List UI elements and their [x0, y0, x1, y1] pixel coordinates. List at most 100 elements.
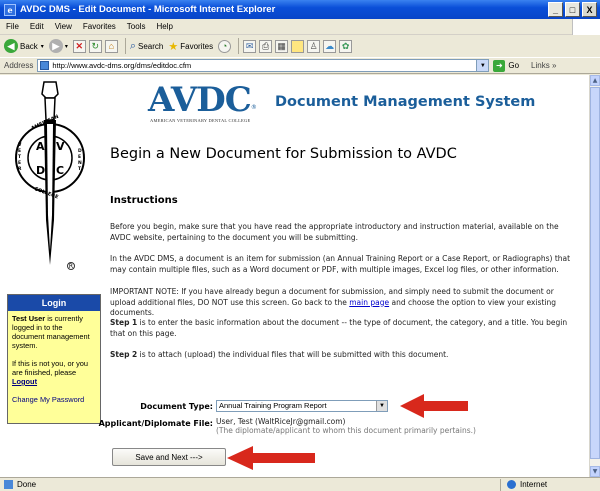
- menu-help[interactable]: Help: [156, 22, 172, 31]
- not-you-text: If this is not you, or you are finished,…: [12, 359, 88, 377]
- toolbar: ◀ Back ▾ ▶ ▾ ✕ ↻ ⌂ ⌕ Search ★ Favorites …: [0, 36, 600, 56]
- main-page-link[interactable]: main page: [349, 298, 389, 307]
- go-arrow-icon: ➜: [493, 59, 506, 72]
- avdc-logo: AVDC ® American Veterinary Dental Colleg…: [148, 82, 257, 126]
- svg-text:C: C: [56, 164, 64, 177]
- star-icon: ★: [168, 40, 179, 53]
- address-url: http://www.avdc-dms.org/dms/editdoc.cfm: [52, 61, 192, 70]
- logo-text: AVDC: [148, 80, 252, 120]
- avdc-emblem-logo: A V D C AMERICAN V E T E R D E N T COLLE…: [15, 81, 85, 265]
- vertical-scrollbar[interactable]: ▲ ▼: [589, 75, 600, 477]
- page-title: Begin a New Document for Submission to A…: [110, 146, 457, 162]
- important-note-paragraph: IMPORTANT NOTE: If you have already begu…: [110, 287, 556, 317]
- mail-icon[interactable]: ✉: [243, 39, 257, 53]
- windows-logo-icon: [572, 19, 600, 35]
- forward-dropdown-icon[interactable]: ▾: [65, 43, 68, 50]
- back-dropdown-icon[interactable]: ▾: [41, 43, 44, 50]
- red-arrow-annotation: [400, 394, 468, 418]
- system-title: Document Management System: [275, 94, 536, 110]
- menu-tools[interactable]: Tools: [127, 22, 146, 31]
- address-input[interactable]: http://www.avdc-dms.org/dms/editdoc.cfm …: [37, 59, 490, 72]
- folder-icon[interactable]: [291, 39, 305, 53]
- menu-bar: File Edit View Favorites Tools Help: [0, 19, 600, 35]
- registered-mark: R: [67, 262, 75, 270]
- login-panel: Login Test User is currently logged in t…: [7, 294, 101, 424]
- status-text: Done: [17, 480, 37, 489]
- red-arrow-annotation: [227, 446, 315, 470]
- address-label: Address: [4, 61, 34, 70]
- applicant-file-label: Applicant/Diplomate File:: [98, 419, 213, 428]
- document-type-value: Annual Training Program Report: [219, 401, 327, 410]
- research-icon[interactable]: ✿: [339, 39, 353, 53]
- svg-text:D: D: [78, 148, 82, 154]
- logout-link[interactable]: Logout: [12, 377, 37, 386]
- search-icon: ⌕: [129, 39, 136, 52]
- search-button[interactable]: ⌕ Search: [130, 40, 164, 53]
- document-type-select[interactable]: Annual Training Program Report ▼: [216, 400, 388, 412]
- step1-paragraph: Step 1 is to enter the basic information…: [110, 318, 568, 338]
- print-icon[interactable]: ⎙: [259, 39, 273, 53]
- favorites-label: Favorites: [180, 41, 214, 51]
- logout-prompt: If this is not you, or you are finished,…: [12, 359, 96, 386]
- svg-text:E: E: [18, 160, 21, 166]
- svg-text:E: E: [18, 148, 21, 154]
- toolbar-separator: [238, 38, 240, 54]
- close-button[interactable]: X: [582, 2, 597, 17]
- status-bar: Done Internet: [0, 477, 600, 491]
- step2-paragraph: Step 2 is to attach (upload) the individ…: [110, 350, 449, 359]
- menu-view[interactable]: View: [55, 22, 72, 31]
- login-status: Test User is currently logged in to the …: [12, 314, 96, 350]
- menu-favorites[interactable]: Favorites: [83, 22, 116, 31]
- scroll-thumb[interactable]: [590, 87, 600, 459]
- applicant-note: (The diplomate/applicant to whom this do…: [216, 426, 476, 435]
- intro-paragraph: Before you begin, make sure that you hav…: [110, 222, 559, 242]
- forward-arrow-icon: ▶: [48, 39, 63, 53]
- save-and-next-button[interactable]: Save and Next --->: [112, 448, 226, 466]
- back-label: Back: [20, 41, 38, 51]
- logo-subtitle: American Veterinary Dental College: [150, 118, 251, 123]
- menu-edit[interactable]: Edit: [30, 22, 44, 31]
- svg-text:V: V: [18, 142, 22, 148]
- discuss-icon[interactable]: ☁: [323, 39, 337, 53]
- favorites-button[interactable]: ★ Favorites: [168, 40, 213, 53]
- chevron-down-icon[interactable]: ▼: [376, 401, 387, 411]
- go-button[interactable]: ➜ Go: [493, 59, 520, 72]
- window-title: AVDC DMS - Edit Document - Microsoft Int…: [20, 4, 276, 15]
- definition-paragraph: In the AVDC DMS, a document is an item f…: [110, 254, 571, 274]
- links-button[interactable]: Links »: [531, 61, 556, 70]
- change-password-link[interactable]: Change My Password: [12, 395, 84, 404]
- maximize-button[interactable]: □: [565, 2, 580, 17]
- edit-icon[interactable]: ▦: [275, 39, 289, 53]
- forward-button[interactable]: ▶ ▾: [48, 39, 68, 53]
- svg-text:V: V: [56, 140, 65, 153]
- stop-icon[interactable]: ✕: [72, 39, 86, 53]
- page-done-icon: [4, 480, 13, 489]
- scroll-up-icon[interactable]: ▲: [590, 75, 600, 86]
- search-label: Search: [138, 41, 164, 51]
- minimize-button[interactable]: _: [548, 2, 563, 17]
- refresh-icon[interactable]: ↻: [88, 39, 102, 53]
- svg-text:N: N: [78, 160, 82, 166]
- go-label: Go: [508, 61, 520, 70]
- back-button[interactable]: ◀ Back ▾: [4, 39, 44, 53]
- svg-text:E: E: [78, 154, 81, 160]
- zone-label: Internet: [520, 480, 548, 489]
- home-icon[interactable]: ⌂: [104, 39, 118, 53]
- scroll-down-icon[interactable]: ▼: [590, 466, 600, 477]
- current-user-name: Test User: [12, 314, 46, 323]
- address-dropdown-icon[interactable]: ▼: [476, 60, 489, 71]
- page-icon: [40, 61, 50, 70]
- toolbar-separator: [124, 38, 126, 54]
- back-arrow-icon: ◀: [4, 39, 18, 53]
- history-icon[interactable]: ◔: [218, 39, 232, 53]
- login-title: Login: [8, 295, 100, 311]
- svg-text:A: A: [36, 140, 45, 153]
- globe-icon: [507, 480, 516, 489]
- page-content: A V D C AMERICAN V E T E R D E N T COLLE…: [0, 75, 589, 477]
- messenger-icon[interactable]: ♙: [307, 39, 321, 53]
- menu-file[interactable]: File: [6, 22, 19, 31]
- window-title-bar: e AVDC DMS - Edit Document - Microsoft I…: [0, 0, 600, 19]
- document-type-label: Document Type:: [140, 402, 213, 411]
- divider: [110, 376, 581, 377]
- svg-text:D: D: [36, 164, 45, 177]
